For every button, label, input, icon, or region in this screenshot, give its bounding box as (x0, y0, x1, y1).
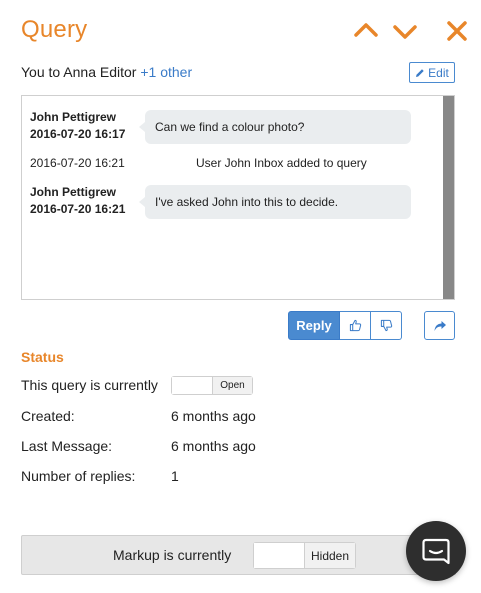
chevron-up-icon[interactable] (353, 18, 379, 44)
message-text: Can we find a colour photo? (155, 120, 305, 134)
message-author: John Pettigrew (30, 110, 117, 124)
system-event-timestamp: 2016-07-20 16:21 (30, 156, 125, 170)
message-author: John Pettigrew (30, 185, 117, 199)
replies-value: 1 (171, 468, 179, 484)
reply-button[interactable]: Reply (288, 311, 340, 340)
toggle-state-text: Hidden (304, 543, 355, 568)
query-state-toggle[interactable]: Open (171, 376, 253, 395)
thumbs-down-icon (380, 319, 392, 332)
thumbs-up-button[interactable] (340, 311, 371, 340)
message-text: I've asked John into this to decide. (155, 195, 339, 209)
edit-recipients-button[interactable]: Edit (409, 62, 455, 83)
system-event-text: User John Inbox added to query (196, 156, 367, 170)
last-message-label: Last Message: (21, 438, 113, 454)
markup-bar: Markup is currently Hidden (21, 535, 456, 575)
message-thread[interactable]: John Pettigrew 2016-07-20 16:17 Can we f… (21, 95, 455, 300)
message-meta: John Pettigrew 2016-07-20 16:21 (30, 184, 125, 218)
message-bubble: Can we find a colour photo? (139, 110, 411, 144)
markup-toggle[interactable]: Hidden (253, 542, 356, 569)
chat-launcher-button[interactable] (406, 521, 466, 581)
edit-label: Edit (428, 65, 449, 80)
chat-icon (422, 538, 450, 565)
toggle-knob (254, 543, 306, 568)
toggle-state-text: Open (212, 377, 252, 394)
recipients-text: You to Anna Editor (21, 64, 141, 80)
created-value: 6 months ago (171, 408, 256, 424)
thumbs-down-button[interactable] (371, 311, 402, 340)
status-heading: Status (21, 349, 64, 365)
recipients-line: You to Anna Editor +1 other (21, 64, 192, 80)
chevron-down-icon[interactable] (392, 18, 418, 44)
more-recipients-link[interactable]: +1 other (140, 64, 192, 80)
page-title: Query (21, 16, 88, 43)
message-meta: John Pettigrew 2016-07-20 16:17 (30, 109, 125, 143)
close-icon[interactable] (444, 18, 470, 44)
thumbs-up-icon (349, 319, 361, 332)
toggle-knob (172, 377, 214, 394)
pencil-icon (416, 68, 424, 77)
forward-button[interactable] (424, 311, 455, 340)
query-state-label: This query is currently (21, 377, 158, 393)
header: Query (0, 0, 481, 60)
thread-scrollbar[interactable] (443, 96, 454, 299)
message-timestamp: 2016-07-20 16:21 (30, 202, 126, 216)
created-label: Created: (21, 408, 75, 424)
replies-label: Number of replies: (21, 468, 136, 484)
forward-icon (434, 320, 446, 331)
last-message-value: 6 months ago (171, 438, 256, 454)
message-bubble: I've asked John into this to decide. (139, 185, 411, 219)
message-timestamp: 2016-07-20 16:17 (30, 127, 126, 141)
markup-label: Markup is currently (113, 547, 232, 563)
